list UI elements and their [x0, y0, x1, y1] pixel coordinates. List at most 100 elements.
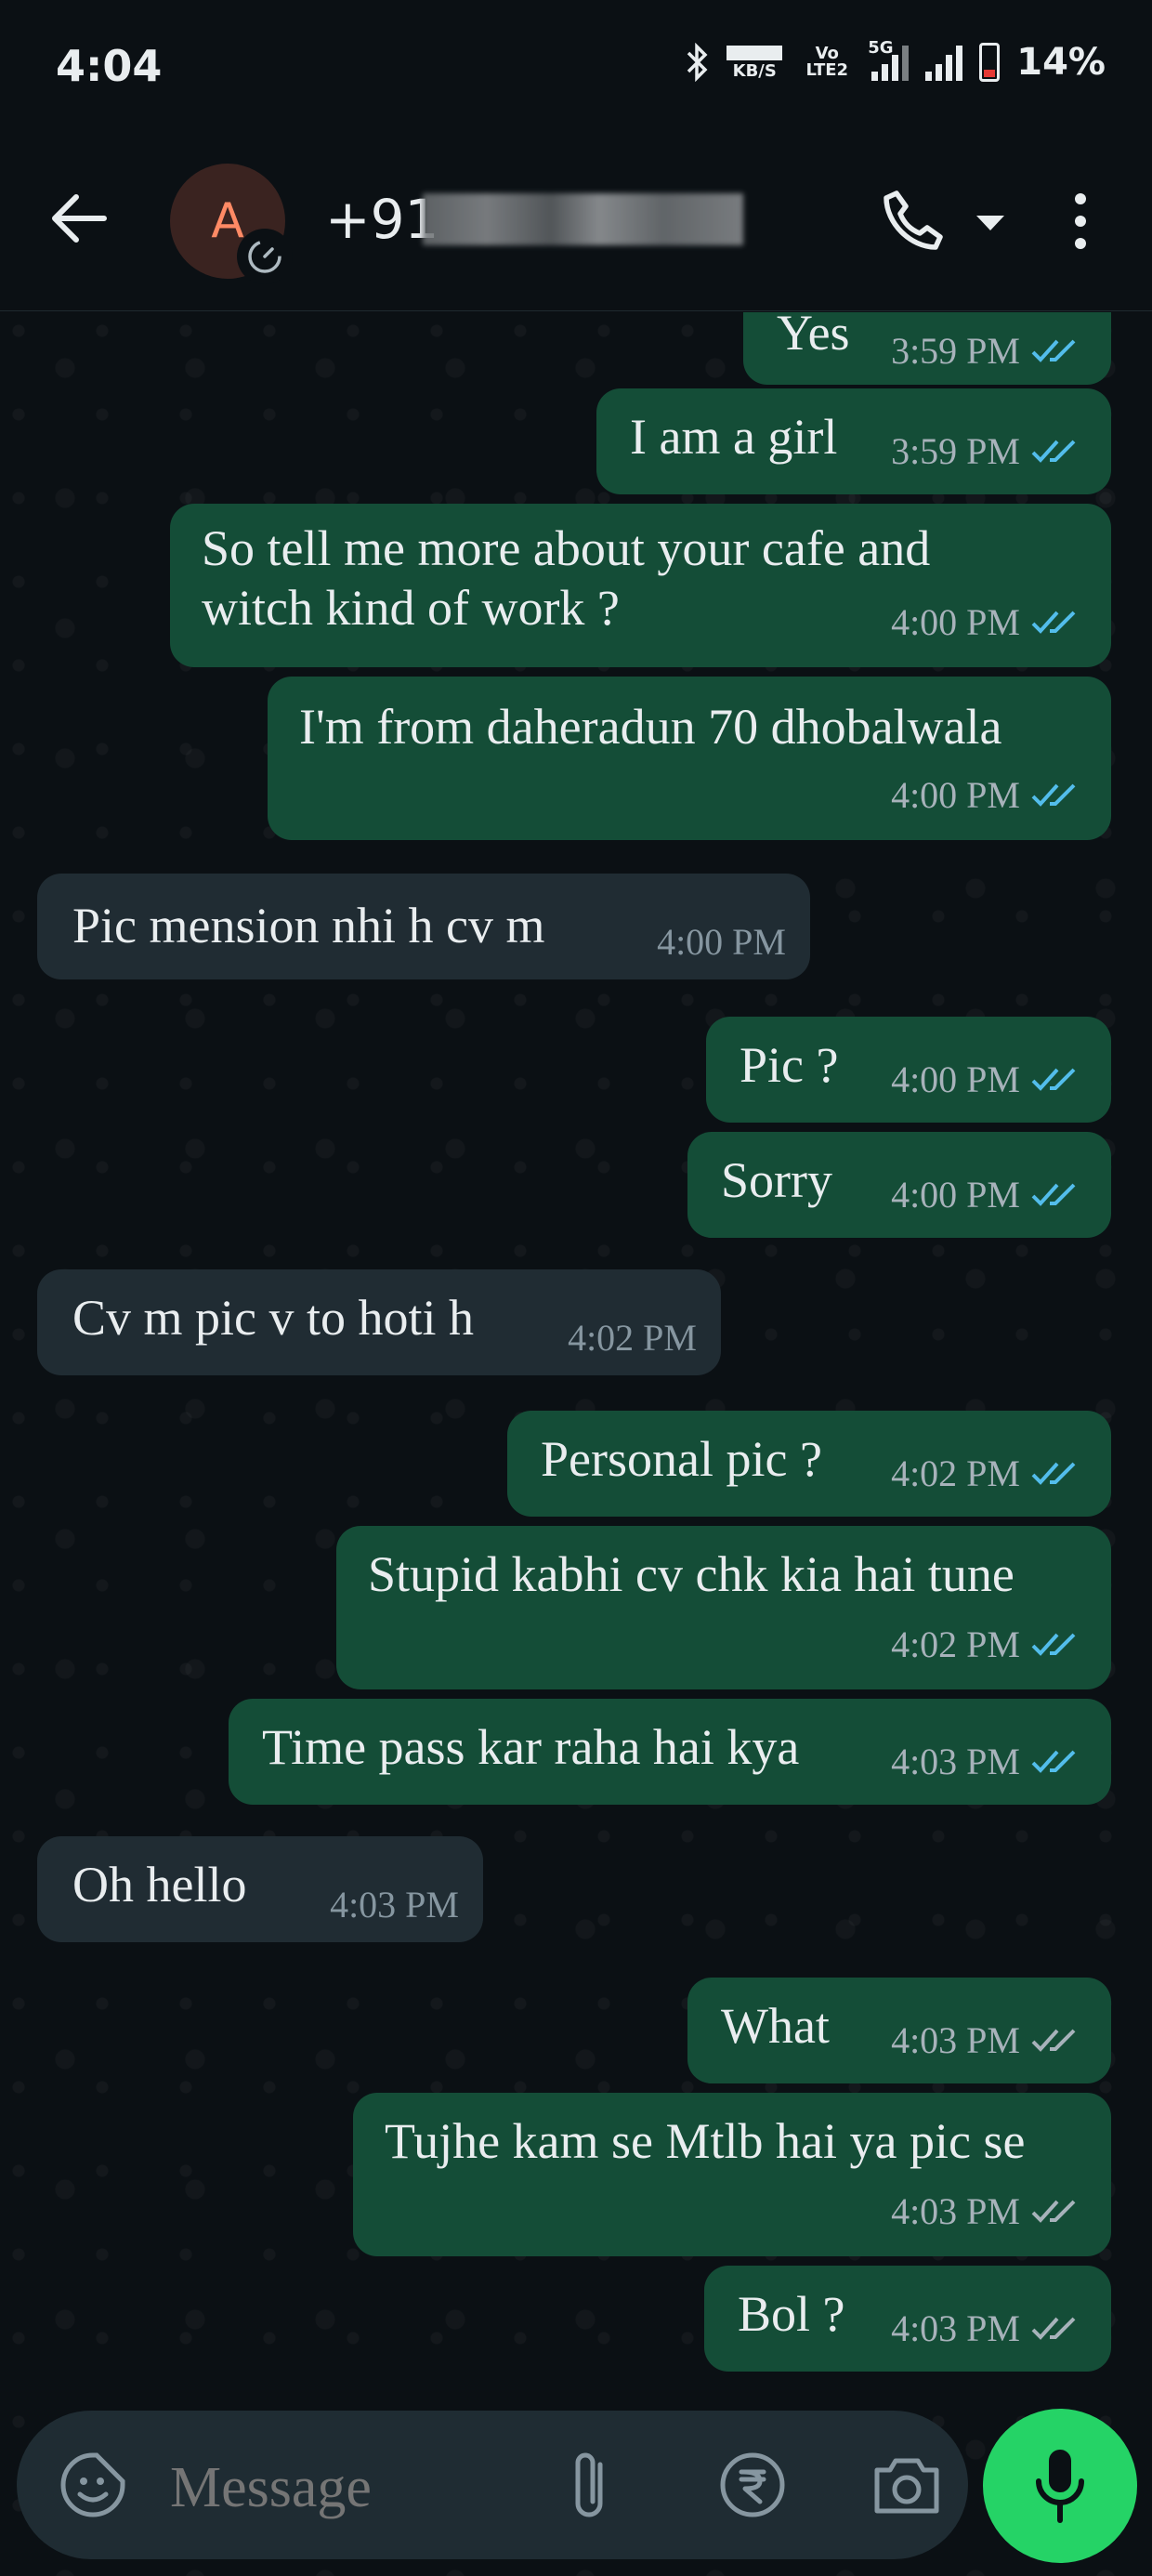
message-time: 4:00 PM — [891, 1174, 1020, 1216]
message-bubble-incoming[interactable]: Pic mension nhi h cv m 4:00 PM — [37, 874, 810, 979]
message-meta: 3:59 PM — [891, 329, 1081, 373]
message-time: 4:03 PM — [891, 1741, 1020, 1782]
message-meta: 4:03 PM — [891, 2307, 1081, 2350]
message-bubble-outgoing[interactable]: What 4:03 PM — [687, 1978, 1111, 2083]
message-time: 4:02 PM — [891, 1623, 1020, 1665]
double-check-read-icon — [1031, 611, 1076, 634]
message-meta: 4:00 PM — [891, 773, 1081, 817]
avatar-initial: A — [211, 193, 244, 249]
message-text: Pic ? — [740, 1037, 839, 1093]
message-time: 4:00 PM — [891, 774, 1020, 816]
message-time: 4:03 PM — [891, 2307, 1020, 2349]
message-text: Oh hello — [72, 1857, 247, 1912]
message-bubble-outgoing[interactable]: Tujhe kam se Mtlb hai ya pic se 4:03 PM — [353, 2093, 1111, 2256]
back-arrow-icon[interactable] — [46, 186, 111, 251]
battery-icon — [979, 43, 1001, 82]
message-meta: 4:03 PM — [891, 1740, 1081, 1783]
message-time: 4:03 PM — [891, 2190, 1020, 2232]
message-composer — [17, 2411, 968, 2559]
status-icons: KB/S Vo LTE2 5G 14% — [686, 38, 1106, 84]
status-timer-badge — [237, 229, 293, 284]
signal-5g: 5G — [868, 38, 910, 81]
message-bubble-outgoing[interactable]: Bol ? 4:03 PM — [704, 2266, 1111, 2372]
double-check-delivered-icon — [1031, 2029, 1076, 2052]
message-time: 4:02 PM — [891, 1452, 1020, 1494]
message-time: 4:02 PM — [568, 1317, 697, 1359]
message-bubble-incoming[interactable]: Oh hello 4:03 PM — [37, 1836, 483, 1942]
chevron-down-icon[interactable] — [974, 212, 1007, 234]
microphone-button[interactable] — [983, 2409, 1137, 2563]
status-bar: 4:04 KB/S Vo LTE2 5G 14% — [0, 0, 1152, 139]
redacted-number — [423, 193, 743, 245]
message-text: Cv m pic v to hoti h — [72, 1290, 474, 1346]
paperclip-icon[interactable] — [557, 2446, 624, 2524]
message-meta: 4:02 PM — [568, 1316, 697, 1360]
message-bubble-incoming[interactable]: Cv m pic v to hoti h 4:02 PM — [37, 1269, 721, 1375]
double-check-read-icon — [1031, 1462, 1076, 1485]
message-bubble-outgoing[interactable]: Personal pic ? 4:02 PM — [507, 1411, 1111, 1517]
message-time: 3:59 PM — [891, 330, 1020, 372]
message-text: Tujhe kam se Mtlb hai ya pic se — [385, 2113, 1026, 2169]
message-text: I'm from daheradun 70 dhobalwala — [299, 699, 1002, 755]
message-meta: 4:03 PM — [891, 2018, 1081, 2062]
message-text: Stupid kabhi cv chk kia hai tune — [368, 1546, 1015, 1602]
message-bubble-outgoing[interactable]: Yes 3:59 PM — [743, 312, 1111, 385]
message-bubble-outgoing[interactable]: I am a girl 3:59 PM — [596, 388, 1111, 494]
double-check-read-icon — [1031, 1068, 1076, 1091]
message-bubble-outgoing[interactable]: Pic ? 4:00 PM — [706, 1017, 1111, 1123]
vertical-dots-icon[interactable] — [1067, 191, 1094, 252]
double-check-read-icon — [1031, 440, 1076, 463]
message-text: Pic mension nhi h cv m — [72, 898, 545, 953]
status-time: 4:04 — [56, 41, 163, 91]
double-check-read-icon — [1031, 339, 1076, 362]
message-text: What — [721, 1998, 830, 2054]
double-check-delivered-icon — [1031, 2200, 1076, 2223]
message-bubble-outgoing[interactable]: So tell me more about your cafe and witc… — [170, 504, 1111, 667]
battery-percent: 14% — [1016, 41, 1106, 84]
phone-icon[interactable] — [878, 186, 948, 256]
message-text: Time pass kar raha hai kya — [262, 1719, 800, 1775]
message-bubble-outgoing[interactable]: Time pass kar raha hai kya 4:03 PM — [229, 1699, 1111, 1805]
net-speed: KB/S — [727, 45, 783, 80]
message-time: 4:00 PM — [891, 601, 1020, 643]
message-text: I am a girl — [630, 409, 838, 465]
volte-indicator: Vo LTE2 — [805, 44, 849, 80]
message-time: 3:59 PM — [891, 430, 1020, 472]
message-list[interactable]: Yes 3:59 PM I am a girl 3:59 PM So tell … — [0, 312, 1152, 2576]
timer-icon — [248, 240, 281, 273]
double-check-read-icon — [1031, 783, 1076, 807]
message-text: Personal pic ? — [541, 1431, 822, 1487]
message-time: 4:03 PM — [330, 1884, 459, 1925]
message-meta: 4:00 PM — [891, 1058, 1081, 1101]
message-meta: 4:02 PM — [891, 1623, 1081, 1666]
double-check-read-icon — [1031, 1750, 1076, 1773]
message-meta: 4:00 PM — [891, 1173, 1081, 1216]
sticker-smiley-icon[interactable] — [58, 2450, 128, 2520]
message-meta: 4:00 PM — [657, 920, 786, 964]
microphone-icon — [1036, 2450, 1084, 2523]
message-meta: 4:00 PM — [891, 600, 1081, 644]
message-meta: 4:02 PM — [891, 1452, 1081, 1495]
message-bubble-outgoing[interactable]: I'm from daheradun 70 dhobalwala 4:00 PM — [268, 677, 1111, 840]
message-bubble-outgoing[interactable]: Sorry 4:00 PM — [687, 1132, 1111, 1238]
message-time: 4:03 PM — [891, 2019, 1020, 2061]
message-meta: 4:03 PM — [891, 2189, 1081, 2233]
message-meta: 3:59 PM — [891, 429, 1081, 473]
chat-header: A +91 — [0, 139, 1152, 311]
message-text: Bol ? — [738, 2286, 845, 2342]
camera-icon[interactable] — [870, 2451, 944, 2518]
rupee-icon[interactable] — [715, 2448, 790, 2522]
message-input[interactable] — [170, 2455, 532, 2521]
double-check-read-icon — [1031, 1633, 1076, 1656]
message-bubble-outgoing[interactable]: Stupid kabhi cv chk kia hai tune 4:02 PM — [336, 1526, 1111, 1689]
signal-icon — [925, 44, 963, 81]
message-text: So tell me more about your cafe and witc… — [202, 520, 931, 636]
double-check-read-icon — [1031, 1183, 1076, 1206]
message-meta: 4:03 PM — [330, 1883, 459, 1926]
message-time: 4:00 PM — [891, 1058, 1020, 1100]
message-time: 4:00 PM — [657, 921, 786, 963]
message-text: Yes — [777, 312, 850, 361]
bluetooth-icon — [687, 43, 708, 82]
message-text: Sorry — [721, 1152, 832, 1208]
double-check-delivered-icon — [1031, 2317, 1076, 2340]
